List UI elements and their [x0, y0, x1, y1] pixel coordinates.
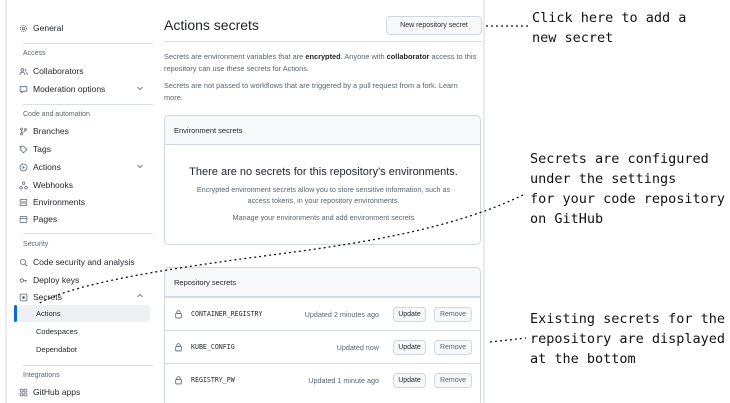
sidebar-item-webhooks[interactable]: Webhooks	[16, 176, 152, 194]
sidebar-item-actions[interactable]: Actions	[16, 158, 152, 176]
sidebar-divider	[23, 104, 153, 105]
secret-name: CONTAINER_REGISTRY	[191, 310, 263, 318]
secret-updated: Updated now	[336, 343, 379, 352]
annotation-new-secret: Click here to add a new secret	[532, 10, 687, 46]
remove-secret-button[interactable]: Remove	[434, 373, 472, 388]
sidebar-item-label: Pages	[33, 214, 58, 224]
empty-state-title: There are no secrets for this repository…	[189, 166, 458, 178]
settings-sidebar: General Access Collaborators Moderation …	[0, 0, 158, 403]
new-repository-secret-button[interactable]: New repository secret	[386, 16, 482, 35]
sidebar-subitem-dependabot[interactable]: Dependabot	[36, 345, 77, 354]
lock-icon	[175, 310, 182, 319]
sidebar-item-collaborators[interactable]: Collaborators	[16, 62, 152, 80]
title-divider	[164, 41, 482, 42]
annotation-settings: Secrets are configured under the setting…	[530, 151, 726, 227]
sidebar-item-github-apps[interactable]: GitHub apps	[16, 383, 152, 401]
comment-icon	[16, 85, 30, 94]
remove-secret-button[interactable]: Remove	[434, 340, 472, 355]
lock-icon	[175, 376, 182, 385]
webhook-icon	[16, 181, 30, 190]
sidebar-item-branches[interactable]: Branches	[16, 122, 152, 140]
pointer-line-bottom	[489, 337, 527, 343]
remove-secret-button[interactable]: Remove	[434, 307, 472, 322]
sidebar-item-secrets[interactable]: Secrets	[16, 288, 152, 306]
update-secret-button[interactable]: Update	[393, 340, 426, 355]
gear-icon	[16, 24, 30, 33]
apps-icon	[16, 388, 30, 397]
sidebar-item-label: Webhooks	[33, 180, 74, 190]
update-secret-button[interactable]: Update	[393, 373, 426, 388]
sidebar-subitem-codespaces[interactable]: Codespaces	[36, 327, 78, 336]
section-label-security: Security	[23, 241, 49, 248]
sidebar-item-label: Collaborators	[33, 66, 84, 76]
update-secret-button[interactable]: Update	[393, 307, 426, 322]
secret-row: CONTAINER_REGISTRY Updated 2 minutes ago…	[165, 297, 480, 330]
secret-name: REGISTRY_PW	[191, 376, 235, 384]
sidebar-item-pages[interactable]: Pages	[16, 210, 152, 228]
sidebar-divider	[23, 233, 153, 234]
sidebar-item-label: Moderation options	[33, 84, 106, 94]
sidebar-item-moderation[interactable]: Moderation options	[16, 80, 152, 98]
sidebar-item-deploy-keys[interactable]: Deploy keys	[16, 271, 152, 289]
environment-secrets-header: Environment secrets	[165, 116, 480, 145]
branch-icon	[16, 127, 30, 136]
sidebar-item-label: Code security and analysis	[33, 257, 135, 267]
sidebar-item-label: Secrets	[33, 292, 62, 302]
server-icon	[16, 198, 30, 207]
chevron-down-icon	[137, 164, 143, 169]
chevron-down-icon	[137, 86, 143, 91]
sidebar-item-tags[interactable]: Tags	[16, 140, 152, 158]
sidebar-active-indicator	[14, 305, 17, 322]
repository-secrets-box: Repository secrets CONTAINER_REGISTRY Up…	[164, 267, 481, 403]
secret-square-icon	[16, 293, 30, 302]
secret-row: REGISTRY_PW Updated 1 minute ago Update …	[165, 363, 480, 396]
sidebar-item-label: General	[33, 23, 64, 33]
browser-icon	[16, 215, 30, 224]
secret-updated: Updated 1 minute ago	[308, 376, 379, 385]
fork-note: Secrets are not passed to workflows that…	[164, 81, 458, 102]
people-icon	[16, 67, 30, 76]
sidebar-item-label: Environments	[33, 197, 85, 207]
secret-row: KUBE_CONFIG Updated now Update Remove	[165, 330, 480, 363]
sidebar-item-label: Branches	[33, 126, 69, 136]
manage-environments-link[interactable]: Manage your environments and add environ…	[165, 212, 482, 223]
secrets-description: Secrets are environment variables that a…	[164, 52, 477, 73]
empty-state-text: Encrypted environment secrets allow you …	[196, 185, 451, 205]
sidebar-item-environments[interactable]: Environments	[16, 193, 152, 211]
secret-name: KUBE_CONFIG	[191, 343, 235, 351]
secret-updated: Updated 2 minutes ago	[304, 310, 379, 319]
sidebar-divider	[23, 43, 153, 44]
sidebar-subitem-actions[interactable]: Actions	[36, 309, 61, 318]
sidebar-item-label: Deploy keys	[33, 275, 80, 285]
section-label-code-automation: Code and automation	[23, 111, 90, 118]
section-label-access: Access	[23, 50, 46, 57]
sidebar-item-label: Actions	[33, 162, 61, 172]
repository-secrets-header: Repository secrets	[165, 268, 480, 297]
codescan-icon	[16, 258, 30, 267]
lock-icon	[175, 343, 182, 352]
annotation-existing-secrets: Existing secrets for the repository are …	[530, 311, 726, 367]
sidebar-item-general[interactable]: General	[16, 19, 152, 37]
tag-icon	[16, 145, 30, 154]
chevron-up-icon	[137, 293, 143, 298]
sidebar-item-code-security[interactable]: Code security and analysis	[16, 253, 152, 271]
section-label-integrations: Integrations	[23, 372, 60, 379]
play-icon	[16, 163, 30, 172]
sidebar-item-label: Tags	[33, 144, 51, 154]
page-title: Actions secrets	[164, 17, 259, 33]
sidebar-item-label: GitHub apps	[33, 387, 81, 397]
environment-secrets-box: Environment secrets There are no secrets…	[164, 115, 481, 245]
sidebar-divider	[23, 365, 153, 366]
key-icon	[16, 276, 30, 285]
